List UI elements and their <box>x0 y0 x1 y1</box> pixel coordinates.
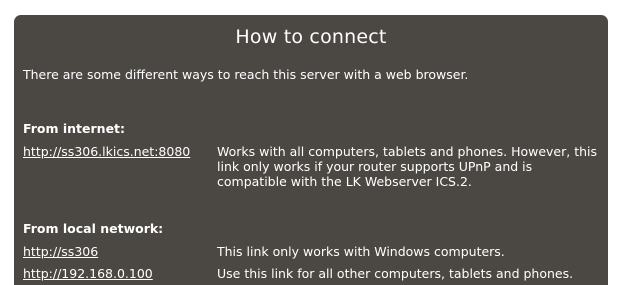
internet-section-heading: From internet: <box>23 121 126 136</box>
intro-text: There are some different ways to reach t… <box>23 67 469 82</box>
internet-link[interactable]: http://ss306.lkics.net:8080 <box>23 144 190 159</box>
panel-title: How to connect <box>235 26 387 48</box>
local-section-heading: From local network: <box>23 221 164 236</box>
how-to-connect-panel: How to connect There are some different … <box>14 15 608 285</box>
local-link-ip-description: Use this link for all other computers, t… <box>217 266 574 281</box>
internet-link-description: Works with all computers, tablets and ph… <box>217 144 598 189</box>
local-link-ip[interactable]: http://192.168.0.100 <box>23 266 153 281</box>
local-link-hostname[interactable]: http://ss306 <box>23 244 98 259</box>
local-link-hostname-description: This link only works with Windows comput… <box>217 244 505 259</box>
top-band <box>0 0 630 9</box>
